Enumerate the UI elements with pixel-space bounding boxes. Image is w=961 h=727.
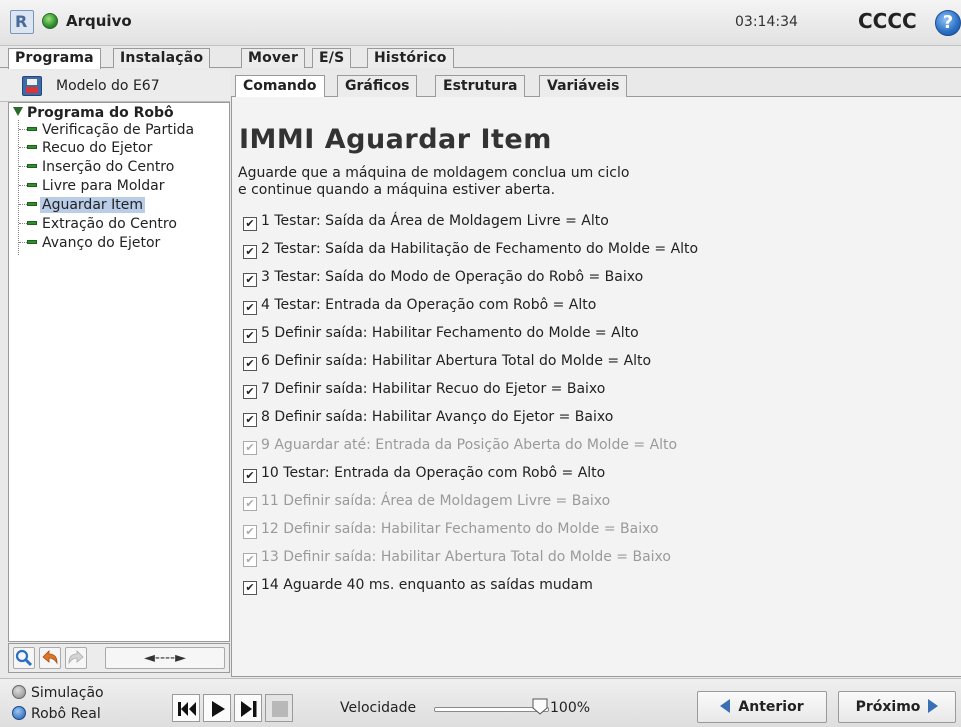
check-row-disabled: ✔ 9 Aguardar até: Entrada da Posição Aber… [243,437,677,457]
checkbox[interactable]: ✔ [243,301,257,315]
tab-es[interactable]: E/S [312,48,352,68]
next-button[interactable]: Próximo [838,691,956,723]
check-row[interactable]: ✔ 3 Testar: Saída do Modo de Operação do … [243,269,643,289]
radio-real-robot[interactable] [12,706,26,720]
clock: 03:14:34 [735,14,798,30]
tab-programa[interactable]: Programa [8,48,101,69]
previous-button[interactable]: Anterior [697,691,827,723]
description: Aguarde que a máquina de moldagem conclu… [238,165,630,198]
title-bar: R Arquivo 03:14:34 CCCC ? [0,0,961,46]
stop-button [265,694,293,722]
move-node-button[interactable]: ◄----► [105,647,225,669]
check-row[interactable]: ✔ 1 Testar: Saída da Área de Moldagem Liv… [243,213,609,233]
check-row[interactable]: ✔ 10 Testar: Entrada da Operação com Robô… [243,465,605,485]
redo-icon[interactable] [65,647,87,669]
tab-mover[interactable]: Mover [241,48,306,68]
tree-item[interactable]: Livre para Moldar [19,178,167,196]
check-row-disabled: ✔ 11 Definir saída: Área de Moldagem Livr… [243,493,610,513]
checkbox[interactable]: ✔ [243,217,257,231]
save-icon[interactable] [22,76,42,96]
expand-triangle-icon[interactable] [13,107,23,116]
play-button[interactable] [203,694,231,722]
program-header: Modelo do E67 [0,70,230,102]
tree-item[interactable]: Inserção do Centro [19,159,176,177]
checkbox[interactable]: ✔ [243,385,257,399]
node-icon [27,183,37,187]
speed-label: Velocidade [340,700,417,716]
check-row-disabled: ✔ 12 Definir saída: Habilitar Fechamento … [243,521,659,541]
play-icon [212,701,225,717]
tab-instalacao[interactable]: Instalação [113,48,211,68]
node-icon [27,127,37,131]
checkbox[interactable]: ✔ [243,357,257,371]
globe-status-icon [42,13,58,29]
checkbox: ✔ [243,525,257,539]
checkbox[interactable]: ✔ [243,329,257,343]
robot-name: CCCC [858,9,917,33]
undo-icon[interactable] [39,647,61,669]
file-menu[interactable]: Arquivo [66,12,132,30]
help-icon[interactable]: ? [935,10,961,36]
speed-value: 100% [550,700,591,716]
checkbox[interactable]: ✔ [243,273,257,287]
node-icon [27,202,37,206]
tree-item[interactable]: Verificação de Partida [19,122,196,140]
node-tabs: Comando Gráficos Estrutura Variáveis [231,75,961,97]
speed-slider-knob[interactable] [532,698,548,715]
tab-historico[interactable]: Histórico [367,48,454,68]
tree-item-selected[interactable]: Aguardar Item [19,197,145,215]
ur-logo-icon: R [10,10,34,34]
checkbox: ✔ [243,441,257,455]
tab-variaveis[interactable]: Variáveis [539,75,628,97]
checkbox: ✔ [243,497,257,511]
checkbox[interactable]: ✔ [243,413,257,427]
program-name: Modelo do E67 [56,78,160,94]
arrow-left-icon [720,699,731,713]
node-icon [27,221,37,225]
step-icon [241,701,257,717]
command-panel: IMMI Aguardar Item Aguarde que a máquina… [231,97,961,677]
check-row[interactable]: ✔ 8 Definir saída: Habilitar Avanço do Ej… [243,409,613,429]
stop-icon [272,701,288,717]
step-button[interactable] [234,694,262,722]
tree-item[interactable]: Extração do Centro [19,216,179,234]
node-icon [27,145,37,149]
footer-bar: Simulação Robô Real Velocidade 100% Ante… [0,678,961,727]
page-title: IMMI Aguardar Item [239,124,552,155]
skip-back-icon [178,702,196,716]
tab-graficos[interactable]: Gráficos [337,75,418,97]
checkbox: ✔ [243,553,257,567]
check-row[interactable]: ✔ 5 Definir saída: Habilitar Fechamento d… [243,325,639,345]
tree-item[interactable]: Avanço do Ejetor [19,235,162,253]
check-row[interactable]: ✔ 14 Aguarde 40 ms. enquanto as saídas mu… [243,577,593,597]
check-row[interactable]: ✔ 2 Testar: Saída da Habilitação de Fecha… [243,241,698,261]
node-icon [27,240,37,244]
node-icon [27,164,37,168]
simulation-option[interactable]: Simulação [12,685,104,701]
radio-simulation[interactable] [12,685,26,699]
check-row[interactable]: ✔ 4 Testar: Entrada da Operação com Robô … [243,297,596,317]
tree-root[interactable]: Programa do Robô [13,105,174,121]
tree-item[interactable]: Recuo do Ejetor [19,140,154,158]
check-row-disabled: ✔ 13 Definir saída: Habilitar Abertura To… [243,549,671,569]
check-row[interactable]: ✔ 6 Definir saída: Habilitar Abertura Tot… [243,353,651,373]
tab-comando[interactable]: Comando [235,75,325,97]
real-robot-option[interactable]: Robô Real [12,706,101,722]
program-tree: Programa do Robô Verificação de Partida … [8,102,230,642]
checkbox[interactable]: ✔ [243,245,257,259]
skip-back-button[interactable] [172,694,200,722]
arrow-right-icon [928,699,939,713]
checkbox[interactable]: ✔ [243,581,257,595]
check-row[interactable]: ✔ 7 Definir saída: Habilitar Recuo do Eje… [243,381,605,401]
search-icon[interactable] [13,647,35,669]
tree-toolbar: ◄----► [8,643,230,673]
tab-estrutura[interactable]: Estrutura [435,75,526,97]
main-tabs: Programa Instalação Mover E/S Histórico [0,46,961,69]
checkbox[interactable]: ✔ [243,469,257,483]
